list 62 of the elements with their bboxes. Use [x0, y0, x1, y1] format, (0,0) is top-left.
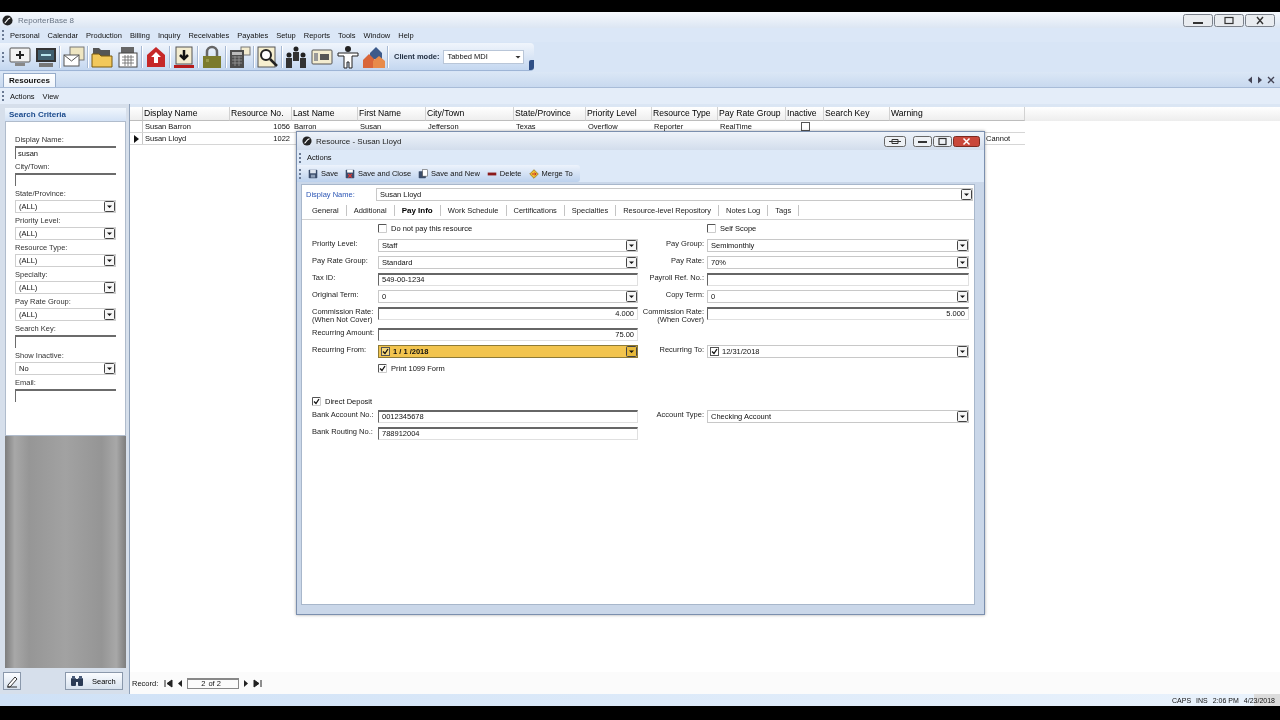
- person-icon[interactable]: [336, 44, 360, 69]
- restore-icon[interactable]: [1214, 13, 1244, 27]
- column-header[interactable]: Priority Level: [586, 107, 652, 121]
- text-field[interactable]: [15, 389, 116, 402]
- text-field[interactable]: [15, 173, 116, 186]
- column-header[interactable]: Inactive: [786, 107, 824, 121]
- column-header[interactable]: Resource Type: [652, 107, 718, 121]
- column-header[interactable]: State/Province: [514, 107, 586, 121]
- close-icon[interactable]: [1267, 75, 1275, 84]
- column-header[interactable]: Display Name: [143, 107, 230, 121]
- window-title: ReporterBase 8: [18, 15, 75, 25]
- text-field[interactable]: [707, 273, 969, 286]
- house-arrow-icon[interactable]: [144, 44, 168, 69]
- minimize-icon[interactable]: [913, 135, 932, 147]
- restore-icon[interactable]: [933, 135, 952, 147]
- column-header[interactable]: Search Key: [824, 107, 890, 121]
- binoculars-icon: [70, 675, 84, 687]
- printer-icon[interactable]: [116, 44, 140, 69]
- column-header[interactable]: Warning: [890, 107, 1025, 121]
- pin-icon[interactable]: [884, 135, 906, 147]
- column-header[interactable]: Pay Rate Group: [718, 107, 786, 121]
- padlock-icon[interactable]: [200, 44, 224, 69]
- app-logo-icon: [302, 136, 312, 146]
- app-logo-icon: [2, 14, 13, 26]
- last-page-icon[interactable]: [253, 678, 263, 688]
- checkbox[interactable]: [378, 224, 387, 233]
- next-icon[interactable]: [243, 678, 250, 688]
- column-header[interactable]: Last Name: [292, 107, 358, 121]
- tab[interactable]: Resources: [3, 73, 56, 87]
- scroll-left-icon[interactable]: [1247, 75, 1253, 84]
- document-search-icon[interactable]: [256, 44, 280, 69]
- checkbox[interactable]: [800, 122, 810, 131]
- panel-header: Search Criteria: [5, 108, 126, 121]
- floppy-disk-page-icon: [418, 168, 429, 179]
- scroll-right-icon[interactable]: [1257, 75, 1263, 84]
- dialog-title: Resource - Susan Lloyd: [316, 136, 402, 146]
- houses-icon[interactable]: [362, 44, 386, 69]
- previous-icon[interactable]: [177, 678, 184, 688]
- floppy-disk-x-icon: [345, 168, 356, 179]
- checkbox[interactable]: [381, 347, 390, 356]
- tab[interactable]: Pay Info: [394, 204, 441, 216]
- diamond-arrow-icon: [528, 168, 539, 179]
- close-icon[interactable]: [1245, 13, 1275, 27]
- clear-button[interactable]: [3, 672, 21, 690]
- download-icon[interactable]: [172, 44, 196, 69]
- column-header[interactable]: Resource No.: [230, 107, 292, 121]
- monitor-plus-icon[interactable]: [8, 44, 32, 69]
- checkbox[interactable]: [710, 347, 719, 356]
- close-icon[interactable]: [953, 135, 980, 147]
- column-header[interactable]: First Name: [358, 107, 426, 121]
- row-pointer-icon: [133, 134, 139, 143]
- text-field[interactable]: [15, 335, 116, 348]
- checkbox[interactable]: [312, 397, 321, 406]
- minimize-icon[interactable]: [1183, 13, 1213, 27]
- checkbox[interactable]: [707, 224, 716, 233]
- eraser-icon: [5, 674, 19, 688]
- calculator-icon[interactable]: [228, 44, 252, 69]
- column-header[interactable]: City/Town: [426, 107, 514, 121]
- people-icon[interactable]: [284, 44, 308, 69]
- envelope-icon[interactable]: [62, 44, 86, 69]
- checkbox[interactable]: [378, 364, 387, 373]
- first-page-icon[interactable]: [164, 678, 174, 688]
